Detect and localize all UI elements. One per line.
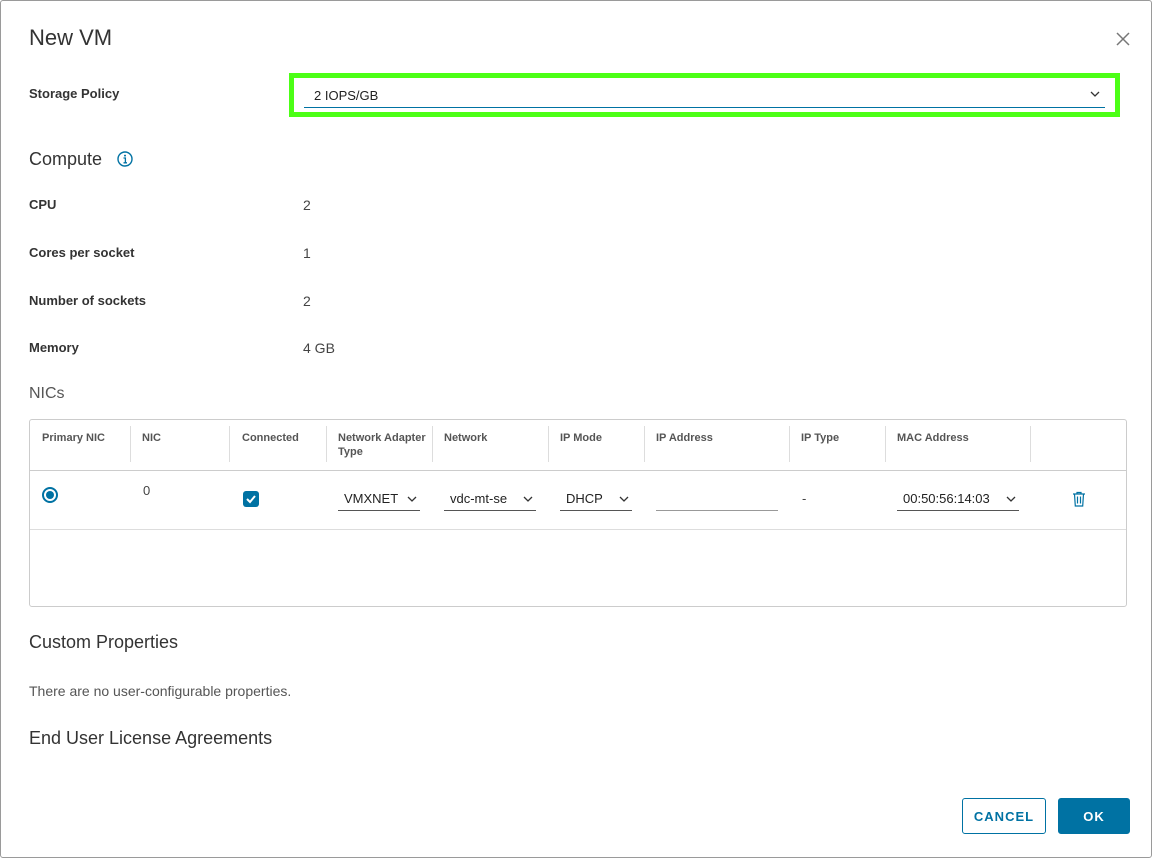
- storage-policy-select[interactable]: 2 IOPS/GB: [304, 84, 1105, 108]
- network-value: vdc-mt-se: [450, 491, 508, 506]
- ip-mode-select[interactable]: DHCP: [560, 487, 632, 511]
- dialog-title: New VM: [29, 25, 113, 50]
- cpu-label: CPU: [29, 197, 57, 212]
- primary-nic-radio[interactable]: [42, 487, 58, 503]
- chevron-down-icon: [523, 496, 533, 502]
- ip-address-input[interactable]: [656, 487, 778, 511]
- col-connected: Connected: [242, 432, 299, 444]
- col-ip-type: IP Type: [801, 432, 840, 444]
- chevron-down-icon: [1006, 496, 1016, 502]
- storage-policy-value: 2 IOPS/GB: [314, 88, 379, 103]
- network-select[interactable]: vdc-mt-se: [444, 487, 536, 511]
- storage-policy-label: Storage Policy: [29, 86, 120, 101]
- col-mac-address: MAC Address: [897, 432, 969, 444]
- number-of-sockets-value: 2: [303, 293, 311, 309]
- connected-checkbox[interactable]: [243, 491, 259, 507]
- number-of-sockets-label: Number of sockets: [29, 293, 147, 308]
- custom-properties-title: Custom Properties: [29, 632, 179, 652]
- chevron-down-icon: [1090, 91, 1100, 97]
- cores-per-socket-label: Cores per socket: [29, 245, 135, 260]
- col-network-adapter-type: Network Adapter Type: [338, 432, 426, 458]
- cpu-value: 2: [303, 197, 311, 213]
- close-button[interactable]: [1113, 29, 1133, 49]
- nics-title: NICs: [29, 385, 65, 402]
- col-network: Network: [444, 432, 488, 444]
- custom-properties-empty: There are no user-configurable propertie…: [29, 683, 292, 699]
- nic-number: 0: [143, 483, 151, 498]
- col-nic: NIC: [142, 432, 161, 444]
- trash-icon[interactable]: [1072, 491, 1086, 507]
- nics-grid-header: Primary NIC NIC Connected Network Adapte…: [30, 420, 1126, 471]
- chevron-down-icon: [407, 496, 417, 502]
- ok-button[interactable]: OK: [1058, 798, 1130, 834]
- ip-mode-value: DHCP: [566, 491, 603, 506]
- eula-title: End User License Agreements: [29, 728, 273, 748]
- memory-label: Memory: [29, 340, 79, 355]
- adapter-type-value: VMXNET: [344, 491, 399, 506]
- col-ip-address: IP Address: [656, 432, 713, 444]
- new-vm-dialog: New VM Storage Policy 2 IOPS/GB Compute …: [0, 0, 1152, 858]
- info-icon[interactable]: [117, 151, 133, 167]
- cancel-button[interactable]: CANCEL: [962, 798, 1046, 834]
- storage-policy-highlight: 2 IOPS/GB: [289, 73, 1120, 117]
- adapter-type-select[interactable]: VMXNET: [338, 487, 420, 511]
- memory-value: 4 GB: [303, 340, 335, 356]
- col-primary-nic: Primary NIC: [42, 432, 105, 444]
- checkmark-icon: [246, 495, 256, 504]
- compute-title: Compute: [29, 149, 103, 169]
- cores-per-socket-value: 1: [303, 245, 311, 261]
- close-icon: [1116, 32, 1130, 46]
- chevron-down-icon: [619, 496, 629, 502]
- mac-address-value: 00:50:56:14:03: [903, 491, 990, 506]
- col-ip-mode: IP Mode: [560, 432, 602, 444]
- nics-grid: Primary NIC NIC Connected Network Adapte…: [29, 419, 1127, 607]
- ip-type-value: -: [802, 491, 807, 506]
- mac-address-select[interactable]: 00:50:56:14:03: [897, 487, 1019, 511]
